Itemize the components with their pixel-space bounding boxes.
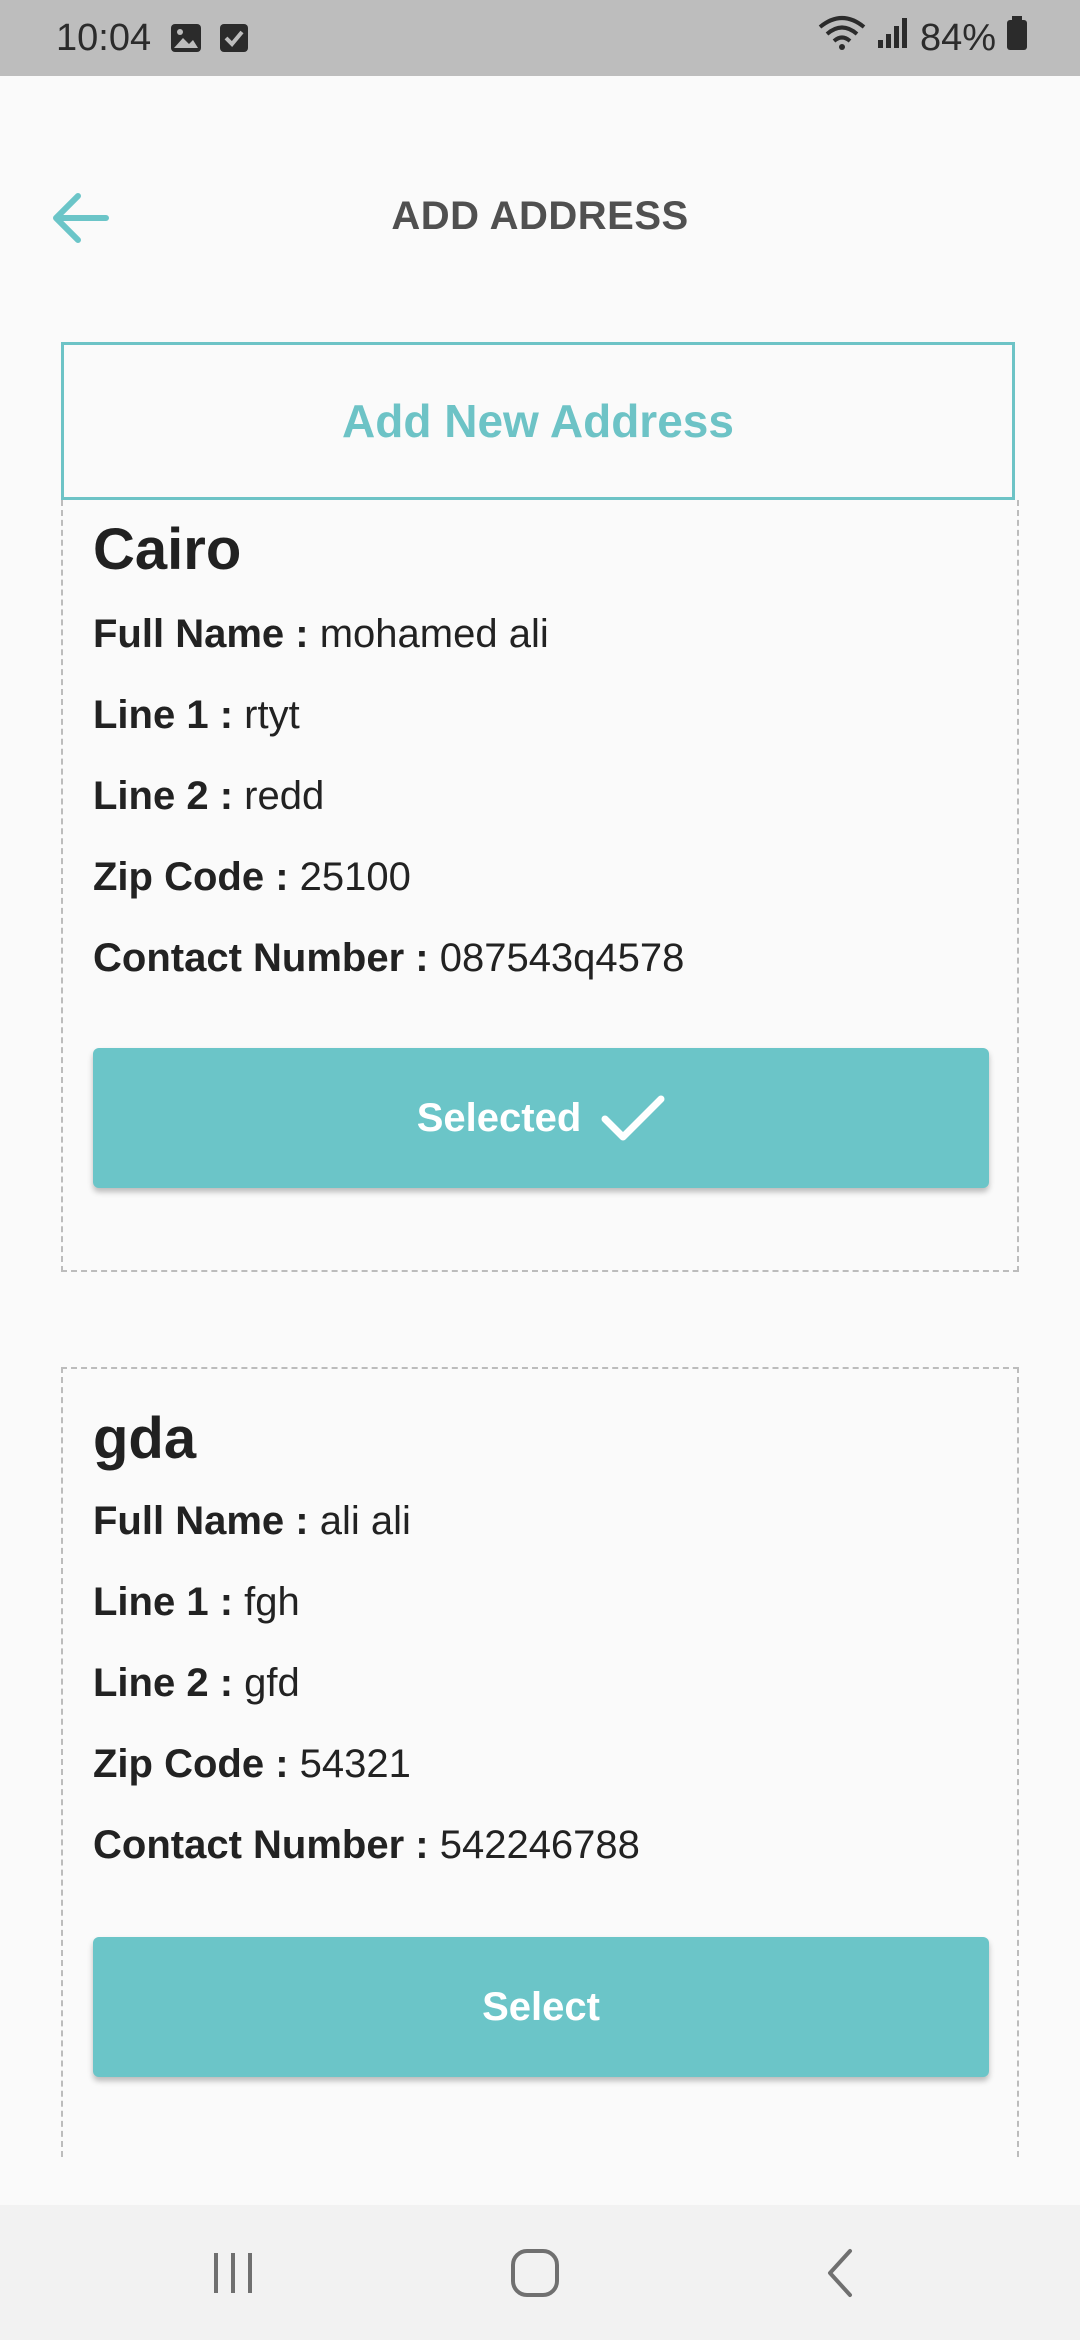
- home-icon: [509, 2247, 561, 2304]
- line1-row: Line 1 : fgh: [93, 1580, 300, 1625]
- checkbox-icon: [218, 22, 250, 54]
- field-label: Full Name :: [93, 612, 309, 656]
- field-value: 087543q4578: [439, 936, 685, 980]
- field-value: mohamed ali: [319, 612, 549, 656]
- field-value: gfd: [244, 1661, 300, 1705]
- signal-icon: [876, 16, 910, 60]
- check-icon: [601, 1093, 665, 1143]
- field-label: Line 1 :: [93, 1580, 234, 1624]
- field-label: Contact Number :: [93, 936, 429, 980]
- field-value: rtyt: [244, 693, 300, 737]
- zip-code-row: Zip Code : 54321: [93, 1742, 411, 1787]
- field-value: 54321: [299, 1742, 411, 1786]
- address-city: Cairo: [93, 517, 242, 582]
- address-city: gda: [93, 1406, 197, 1471]
- field-label: Line 2 :: [93, 774, 234, 818]
- full-name-row: Full Name : mohamed ali: [93, 612, 549, 657]
- line2-row: Line 2 : gfd: [93, 1661, 300, 1706]
- gallery-icon: [170, 22, 202, 54]
- field-label: Zip Code :: [93, 1742, 289, 1786]
- add-new-address-button[interactable]: Add New Address: [61, 342, 1015, 500]
- field-label: Full Name :: [93, 1499, 309, 1543]
- battery-icon: [1006, 15, 1028, 61]
- field-label: Zip Code :: [93, 855, 289, 899]
- line1-row: Line 1 : rtyt: [93, 693, 300, 738]
- address-card: gda Full Name : ali ali Line 1 : fgh Lin…: [61, 1367, 1019, 2157]
- field-label: Contact Number :: [93, 1823, 429, 1867]
- status-right: 84%: [818, 16, 1028, 60]
- recent-apps-button[interactable]: [183, 2235, 283, 2315]
- selected-button[interactable]: Selected: [93, 1048, 989, 1188]
- contact-number-row: Contact Number : 087543q4578: [93, 936, 684, 981]
- status-bar: 10:04 84%: [0, 0, 1080, 76]
- battery-text: 84%: [919, 16, 996, 59]
- header: ADD ADDRESS: [0, 160, 1080, 280]
- address-card: Cairo Full Name : mohamed ali Line 1 : r…: [61, 500, 1019, 1272]
- nav-back-button[interactable]: [790, 2235, 890, 2315]
- field-label: Line 2 :: [93, 1661, 234, 1705]
- field-value: 25100: [299, 855, 411, 899]
- back-icon: [820, 2247, 860, 2304]
- status-time: 10:04: [56, 17, 152, 59]
- navigation-bar: [0, 2205, 1080, 2340]
- page-title: ADD ADDRESS: [391, 194, 689, 238]
- line2-row: Line 2 : redd: [93, 774, 324, 819]
- home-button[interactable]: [485, 2235, 585, 2315]
- zip-code-row: Zip Code : 25100: [93, 855, 411, 900]
- button-label: Select: [482, 1984, 600, 2029]
- button-label: Selected: [416, 1095, 582, 1140]
- full-name-row: Full Name : ali ali: [93, 1499, 411, 1544]
- contact-number-row: Contact Number : 542246788: [93, 1823, 640, 1868]
- recent-apps-icon: [208, 2249, 258, 2302]
- field-value: fgh: [244, 1580, 300, 1624]
- field-value: redd: [244, 774, 325, 818]
- wifi-icon: [818, 15, 866, 61]
- select-button[interactable]: Select: [93, 1937, 989, 2077]
- field-label: Line 1 :: [93, 693, 234, 737]
- field-value: 542246788: [439, 1823, 640, 1867]
- field-value: ali ali: [319, 1499, 411, 1543]
